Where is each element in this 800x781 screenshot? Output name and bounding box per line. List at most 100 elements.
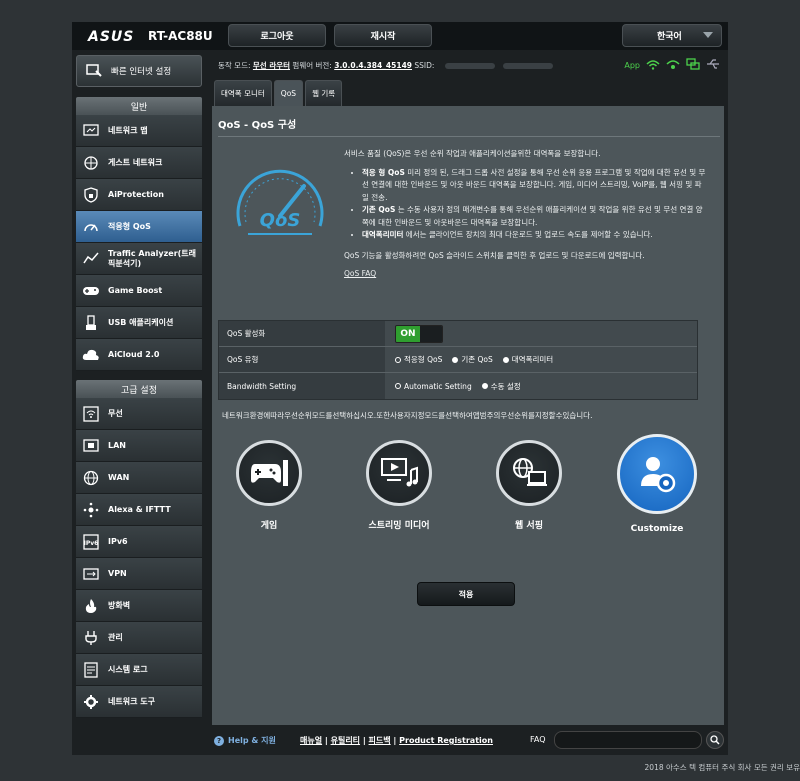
qos-type-radio[interactable]: 대역폭리미터 <box>502 354 553 365</box>
bandwidth-radio[interactable]: 수동 설정 <box>481 381 521 392</box>
mode-hint: 네트워크환경에따라우선순위모드를선택하십시오.또한사용자지정모드를선택하여앱범주… <box>222 411 593 420</box>
sidebar-item-label: 시스템 로그 <box>108 664 148 674</box>
product-registration-link[interactable]: Product Registration <box>399 736 493 745</box>
sidebar-item-label: WAN <box>108 472 130 482</box>
firewall-icon <box>82 597 100 615</box>
sidebar-item-label: 네트워크 맵 <box>108 125 148 135</box>
sidebar-item[interactable]: 네트워크 맵 <box>76 115 202 147</box>
toggle-knob <box>420 325 442 342</box>
sidebar-item[interactable]: 네트워크 도구 <box>76 686 202 718</box>
tab-bandwidth-monitor[interactable]: 대역폭 모니터 <box>214 80 272 106</box>
advanced-section-title: 고급 설정 <box>76 380 202 398</box>
qos-bullet: 적응 형 QoS 미리 정의 된, 드래그 드롭 사전 설정을 통해 우선 순위… <box>362 167 706 205</box>
firmware-link[interactable]: 3.0.0.4.384_45149 <box>334 61 412 70</box>
main-area: 동작 모드: 무선 라우터 펌웨어 버전: 3.0.0.4.384_45149 … <box>212 55 724 725</box>
sidebar-item[interactable]: 적응형 QoS <box>76 211 202 243</box>
lan-icon <box>82 437 100 455</box>
sidebar-item[interactable]: WAN <box>76 462 202 494</box>
sidebar-item[interactable]: Traffic Analyzer(트래픽분석기) <box>76 243 202 275</box>
setting-row-type: QoS 유형 적응형 QoS 기존 QoS 대역폭리미터 <box>219 347 697 373</box>
logout-button[interactable]: 로그아웃 <box>228 24 326 47</box>
network-tools-icon <box>82 693 100 711</box>
sidebar-item-label: 네트워크 도구 <box>108 696 155 706</box>
ssid-label: SSID: <box>414 61 435 70</box>
wifi-status-icon[interactable] <box>646 58 660 72</box>
help-support-link[interactable]: ? Help & 지원 <box>214 735 276 746</box>
sidebar-item[interactable]: 무선 <box>76 398 202 430</box>
feedback-link[interactable]: 피드백 <box>369 736 391 745</box>
firmware-label: 펌웨어 버전: <box>292 61 332 70</box>
sidebar-item[interactable]: AiCloud 2.0 <box>76 339 202 371</box>
quick-internet-setup[interactable]: 빠른 인터넷 설정 <box>76 55 202 87</box>
app-status[interactable]: App <box>624 61 640 70</box>
copyright: 2018 아수스 텍 컴퓨터 주식 회사 모든 권리 보유 <box>644 763 800 772</box>
qos-type-radio[interactable]: 적응형 QoS <box>395 354 442 365</box>
general-section-title: 일반 <box>76 97 202 115</box>
sidebar-item[interactable]: 시스템 로그 <box>76 654 202 686</box>
utility-link[interactable]: 유틸리티 <box>331 736 360 745</box>
sidebar-item-label: Traffic Analyzer(트래픽분석기) <box>108 248 197 268</box>
qos-type-radio[interactable]: 기존 QoS <box>452 354 493 365</box>
sidebar-item[interactable]: 방화벽 <box>76 590 202 622</box>
setting-row-enable: QoS 활성화 ON <box>219 321 697 347</box>
category-web-surfing[interactable]: 웹 서핑 <box>484 440 574 531</box>
manual-link[interactable]: 매뉴얼 <box>300 736 322 745</box>
radio-dot <box>395 356 401 363</box>
bandwidth-radio[interactable]: Automatic Setting <box>395 382 472 391</box>
tab-qos[interactable]: QoS <box>273 80 304 106</box>
type-options: 적응형 QoS 기존 QoS 대역폭리미터 <box>385 347 697 372</box>
qos-type-radio-label: 적응형 QoS <box>404 355 443 364</box>
usb-status-icon[interactable] <box>706 58 720 72</box>
category-customize[interactable]: Customize <box>612 434 702 534</box>
sidebar-item-label: LAN <box>108 440 126 450</box>
sidebar-item[interactable]: VPN <box>76 558 202 590</box>
sidebar-item[interactable]: USB 애플리케이션 <box>76 307 202 339</box>
alexa-icon <box>82 501 100 519</box>
qos-faq-link[interactable]: QoS FAQ <box>344 268 706 281</box>
quick-setup-icon <box>85 62 103 80</box>
svg-text:IPv6: IPv6 <box>84 540 99 547</box>
radio-dot <box>481 383 488 389</box>
sidebar-item-label: VPN <box>108 568 127 578</box>
customize-icon <box>617 434 697 514</box>
bullet-text: 미리 정의 된, 드래그 드롭 사전 설정을 통해 우선 순위 응용 프로그램 … <box>362 167 706 202</box>
network-status-icon[interactable] <box>686 58 700 72</box>
gauge-label: QoS <box>260 210 301 231</box>
sidebar-item[interactable]: LAN <box>76 430 202 462</box>
qos-enable-toggle[interactable]: ON <box>395 324 443 343</box>
op-mode-link[interactable]: 무선 라우터 <box>253 61 290 70</box>
traffic-analyzer-icon <box>82 250 100 268</box>
network-map-icon <box>82 122 100 140</box>
sidebar-item[interactable]: AiProtection <box>76 179 202 211</box>
tab-web-history[interactable]: 웹 기록 <box>305 80 343 106</box>
ipv6-icon: IPv6 <box>82 533 100 551</box>
sidebar-item[interactable]: IPv6 IPv6 <box>76 526 202 558</box>
sidebar-item[interactable]: 관리 <box>76 622 202 654</box>
reboot-button[interactable]: 재시작 <box>334 24 432 47</box>
qos-bullets: 적응 형 QoS 미리 정의 된, 드래그 드롭 사전 설정을 통해 우선 순위… <box>344 167 706 242</box>
sidebar-item-label: 관리 <box>108 632 123 642</box>
category-streaming-media[interactable]: 스트리밍 미디어 <box>354 440 444 531</box>
category-game[interactable]: 게임 <box>224 440 314 531</box>
asus-logo: ASUS <box>88 29 135 45</box>
radio-dot <box>452 356 459 363</box>
sidebar-item[interactable]: 게스트 네트워크 <box>76 147 202 179</box>
search-icon[interactable] <box>706 731 724 749</box>
sidebar-item[interactable]: Game Boost <box>76 275 202 307</box>
status-line: 동작 모드: 무선 라우터 펌웨어 버전: 3.0.0.4.384_45149 … <box>218 60 553 71</box>
footer: ? Help & 지원 매뉴얼 | 유틸리티 | 피드백 | Product R… <box>212 729 724 753</box>
faq-search-input[interactable] <box>554 731 702 749</box>
sidebar-item-label: Game Boost <box>108 285 163 295</box>
system-log-icon <box>82 661 100 679</box>
language-select[interactable]: 한국어 <box>622 24 722 47</box>
bandwidth-label: Bandwidth Setting <box>219 373 385 399</box>
router-frame: ASUS RT-AC88U 로그아웃 재시작 한국어 빠른 인터넷 설정 일반 … <box>72 22 728 755</box>
apply-button[interactable]: 적용 <box>417 582 515 606</box>
sidebar-item[interactable]: Alexa & IFTTT <box>76 494 202 526</box>
type-label: QoS 유형 <box>219 347 385 372</box>
category-label: 게임 <box>260 521 278 531</box>
bullet-text: 에서는 클라이언트 장치의 최대 다운로드 및 업로드 속도를 제어할 수 있습… <box>403 230 653 239</box>
wireless-icon <box>82 405 100 423</box>
sidebar-item-label: IPv6 <box>108 536 128 546</box>
guest-wifi-status-icon[interactable] <box>666 58 680 72</box>
